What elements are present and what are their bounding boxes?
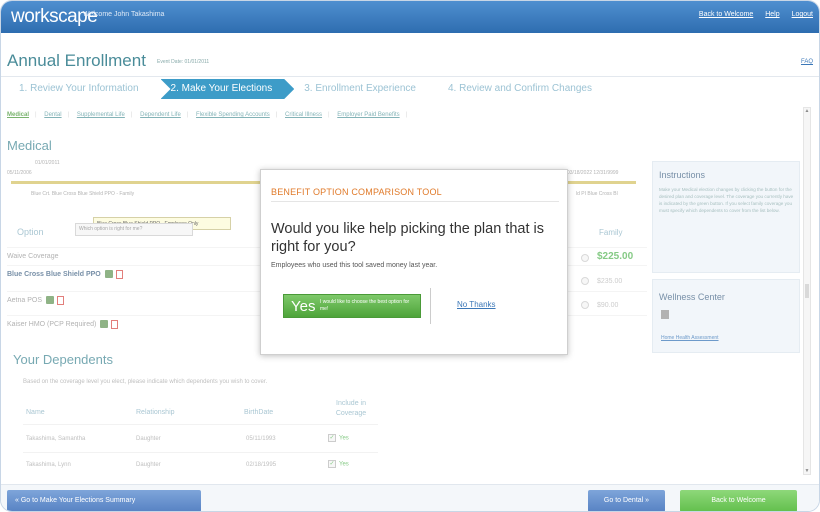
yes-label: Yes — [291, 298, 316, 315]
dialog-button-divider — [430, 288, 431, 324]
comparison-tool-dialog: BENEFIT OPTION COMPARISON TOOL Would you… — [260, 169, 568, 355]
logout-link[interactable]: Logout — [792, 11, 813, 18]
page-title: Annual Enrollment — [7, 51, 146, 70]
event-date: Event Date: 01/01/2011 — [157, 59, 210, 65]
back-to-welcome-link[interactable]: Back to Welcome — [699, 11, 753, 18]
step-review-confirm[interactable]: 4. Review and Confirm Changes — [438, 79, 614, 99]
step-enrollment-experience[interactable]: 3. Enrollment Experience — [294, 79, 438, 99]
title-row: Annual Enrollment Event Date: 01/01/2011… — [1, 37, 819, 77]
yes-sublabel: I would like to choose the best option f… — [320, 299, 410, 312]
dialog-question: Would you like help picking the plan tha… — [271, 221, 544, 255]
dialog-subtext: Employees who used this tool saved money… — [271, 262, 438, 269]
yes-button[interactable]: Yes I would like to choose the best opti… — [283, 294, 421, 318]
dialog-heading: BENEFIT OPTION COMPARISON TOOL — [271, 187, 442, 197]
top-bar: workscape Welcome John Takashima Back to… — [1, 1, 819, 33]
top-links: Back to Welcome Help Logout — [689, 11, 813, 18]
faq-link[interactable]: FAQ — [801, 59, 813, 65]
app-window: workscape Welcome John Takashima Back to… — [0, 0, 820, 512]
back-to-summary-button[interactable]: « Go to Make Your Elections Summary — [7, 490, 201, 511]
back-to-welcome-button[interactable]: Back to Welcome — [680, 490, 797, 511]
go-to-dental-button[interactable]: Go to Dental » — [588, 490, 665, 511]
step-nav: 1. Review Your Information 2. Make Your … — [9, 79, 809, 99]
welcome-text: Welcome John Takashima — [83, 11, 165, 18]
no-thanks-link[interactable]: No Thanks — [457, 300, 496, 309]
dialog-divider — [271, 201, 559, 202]
step-review-info[interactable]: 1. Review Your Information — [9, 79, 161, 99]
step-make-elections[interactable]: 2. Make Your Elections — [161, 79, 295, 99]
help-link[interactable]: Help — [765, 11, 779, 18]
